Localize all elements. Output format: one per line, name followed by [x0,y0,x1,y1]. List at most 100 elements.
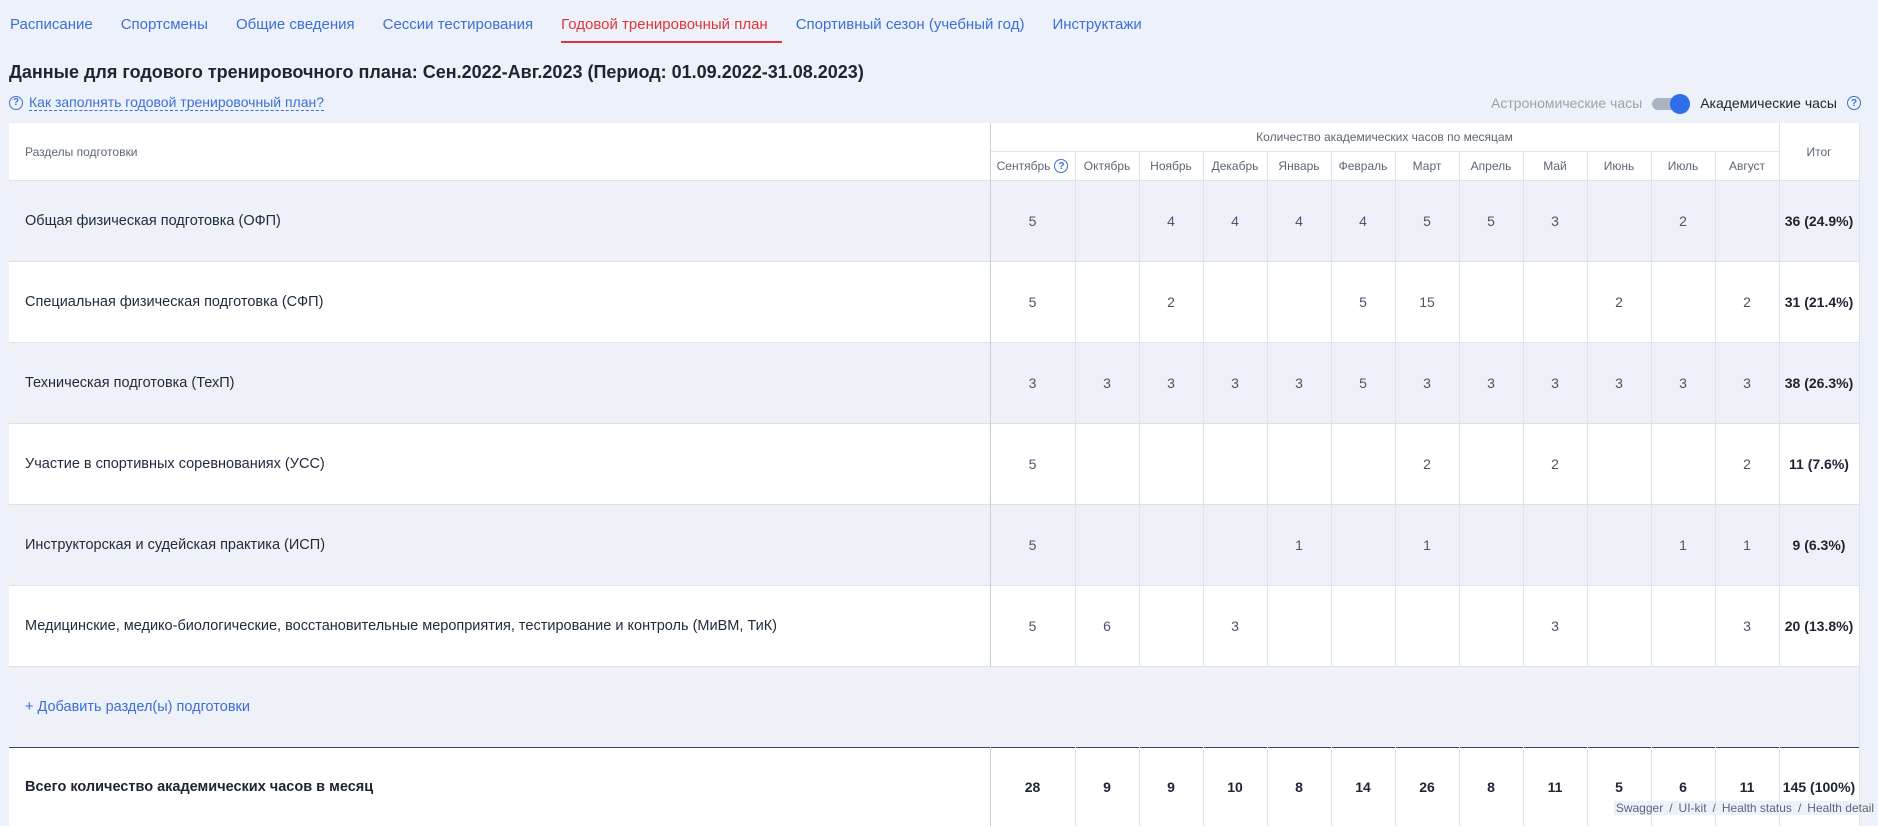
tab-annual-plan[interactable]: Годовой тренировочный план [561,13,782,43]
hours-cell[interactable]: 2 [1715,424,1779,505]
swagger-link[interactable]: Swagger [1616,801,1663,815]
hours-cell[interactable]: 5 [1331,262,1395,343]
section-name[interactable]: Техническая подготовка (ТехП) [9,343,990,424]
help-icon[interactable]: ? [1054,159,1068,173]
hours-cell[interactable] [1267,424,1331,505]
hours-cell[interactable] [1331,424,1395,505]
hours-cell[interactable] [1331,586,1395,667]
hours-cell[interactable] [1267,262,1331,343]
table-row: Общая физическая подготовка (ОФП)5444455… [9,181,1859,262]
hours-cell[interactable]: 4 [1203,181,1267,262]
hours-cell[interactable]: 3 [1523,586,1587,667]
hours-cell[interactable]: 3 [1203,586,1267,667]
hours-cell[interactable]: 3 [1203,343,1267,424]
add-section-button[interactable]: + Добавить раздел(ы) подготовки [25,699,250,715]
hours-cell[interactable]: 3 [1651,343,1715,424]
hours-cell[interactable] [1139,424,1203,505]
section-name[interactable]: Общая физическая подготовка (ОФП) [9,181,990,262]
hours-cell[interactable] [1523,262,1587,343]
hours-cell[interactable] [1331,505,1395,586]
hours-cell[interactable] [1203,262,1267,343]
section-name[interactable]: Участие в спортивных соревнованиях (УСС) [9,424,990,505]
hours-cell[interactable] [1587,586,1651,667]
hours-cell[interactable]: 3 [1523,343,1587,424]
section-name[interactable]: Специальная физическая подготовка (СФП) [9,262,990,343]
hours-cell[interactable]: 3 [1715,586,1779,667]
hours-cell[interactable] [1139,505,1203,586]
help-icon[interactable]: ? [1847,96,1861,110]
help-link[interactable]: ? Как заполнять годовой тренировочный пл… [9,94,324,111]
section-name[interactable]: Инструкторская и судейская практика (ИСП… [9,505,990,586]
hours-cell[interactable] [1203,505,1267,586]
hours-cell[interactable]: 4 [1267,181,1331,262]
hours-cell[interactable]: 2 [1139,262,1203,343]
hours-cell[interactable] [1459,586,1523,667]
hours-cell[interactable] [1075,262,1139,343]
hours-cell[interactable] [1459,424,1523,505]
hours-cell[interactable]: 1 [1267,505,1331,586]
hours-cell[interactable]: 3 [1395,343,1459,424]
hours-cell[interactable]: 3 [1459,343,1523,424]
hours-cell[interactable]: 5 [1331,343,1395,424]
hours-cell[interactable] [1651,586,1715,667]
hours-cell[interactable] [1587,505,1651,586]
hours-cell[interactable] [1139,586,1203,667]
hours-cell[interactable]: 4 [1139,181,1203,262]
switch-knob[interactable] [1670,94,1690,114]
hours-cell[interactable]: 3 [1587,343,1651,424]
hours-cell[interactable]: 3 [1075,343,1139,424]
hours-cell[interactable] [1075,181,1139,262]
hours-cell[interactable] [1075,505,1139,586]
hours-cell[interactable]: 1 [1651,505,1715,586]
hours-cell[interactable] [1267,586,1331,667]
month-name: Декабрь [1212,159,1259,173]
tab-sport-season[interactable]: Спортивный сезон (учебный год) [796,13,1039,43]
hours-cell[interactable]: 5 [990,505,1075,586]
hours-cell[interactable]: 1 [1715,505,1779,586]
health-status-link[interactable]: Health status [1722,801,1792,815]
tab-test-sessions[interactable]: Сессии тестирования [383,13,548,43]
hours-cell[interactable] [1523,505,1587,586]
hours-cell[interactable]: 3 [1715,343,1779,424]
hours-cell[interactable]: 2 [1651,181,1715,262]
hours-cell[interactable] [1587,181,1651,262]
health-detail-link[interactable]: Health detail [1807,801,1874,815]
hours-cell[interactable]: 15 [1395,262,1459,343]
hours-cell[interactable]: 5 [1395,181,1459,262]
hours-cell[interactable]: 5 [990,262,1075,343]
hours-cell[interactable] [1459,262,1523,343]
hours-cell[interactable]: 3 [1139,343,1203,424]
section-name[interactable]: Медицинские, медико-биологические, восст… [9,586,990,667]
hours-cell[interactable]: 5 [990,586,1075,667]
hours-cell[interactable]: 3 [1267,343,1331,424]
hours-cell[interactable] [1395,586,1459,667]
ui-kit-link[interactable]: UI-kit [1679,801,1707,815]
hours-cell[interactable] [1587,424,1651,505]
hours-cell[interactable] [1715,181,1779,262]
month-header-label: Июнь [1604,159,1635,173]
hours-cell[interactable]: 5 [1459,181,1523,262]
hours-cell[interactable] [1459,505,1523,586]
hours-cell[interactable]: 3 [1523,181,1587,262]
hours-cell[interactable]: 6 [1075,586,1139,667]
help-link-label[interactable]: Как заполнять годовой тренировочный план… [29,94,324,111]
tab-athletes[interactable]: Спортсмены [121,13,222,43]
tab-schedule[interactable]: Расписание [10,13,107,43]
hours-cell[interactable]: 3 [990,343,1075,424]
hours-cell[interactable]: 5 [990,424,1075,505]
hours-cell[interactable] [1075,424,1139,505]
hours-cell[interactable]: 2 [1715,262,1779,343]
hours-cell[interactable]: 1 [1395,505,1459,586]
table-row: Техническая подготовка (ТехП)33333533333… [9,343,1859,424]
hours-cell[interactable]: 4 [1331,181,1395,262]
hours-cell[interactable]: 5 [990,181,1075,262]
hours-cell[interactable] [1651,262,1715,343]
hours-type-switch[interactable] [1652,94,1690,112]
hours-cell[interactable]: 2 [1395,424,1459,505]
hours-cell[interactable]: 2 [1587,262,1651,343]
hours-cell[interactable] [1651,424,1715,505]
tab-general-info[interactable]: Общие сведения [236,13,369,43]
hours-cell[interactable] [1203,424,1267,505]
hours-cell[interactable]: 2 [1523,424,1587,505]
tab-instructions[interactable]: Инструктажи [1052,13,1155,43]
